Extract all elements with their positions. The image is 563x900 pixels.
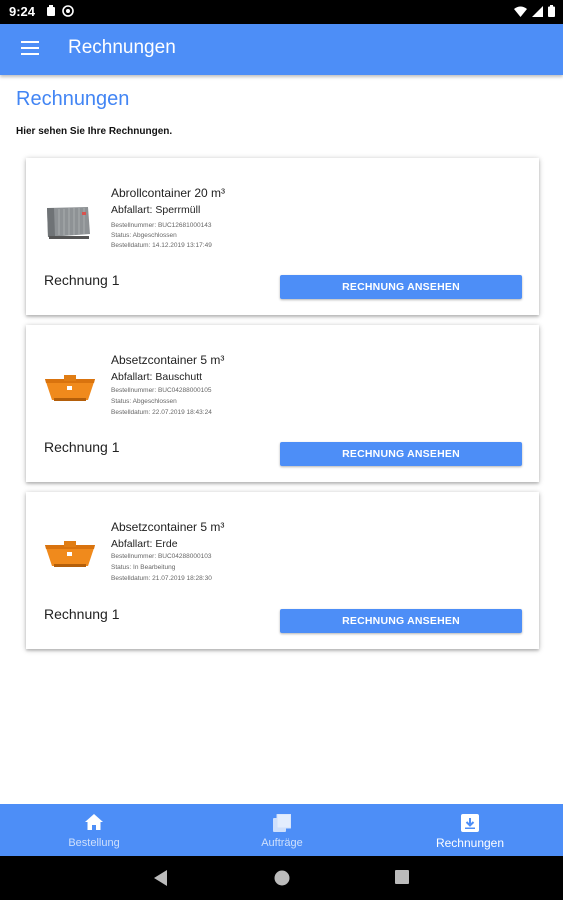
waste-type: Abfallart: Bauschutt <box>111 371 203 383</box>
recents-icon[interactable] <box>395 870 409 884</box>
container-name: Absetzcontainer 5 m³ <box>111 520 225 534</box>
status-bar: 9:24 <box>0 0 563 24</box>
menu-icon[interactable] <box>21 41 39 55</box>
order-status: Status: Abgeschlossen <box>111 398 177 405</box>
invoice-label: Rechnung 1 <box>44 439 120 455</box>
status-time: 9:24 <box>9 4 36 19</box>
system-navigation-bar <box>0 856 563 900</box>
page-subtitle: Hier sehen Sie Ihre Rechnungen. <box>16 126 173 137</box>
order-date: Bestelldatum: 22.07.2019 18:43:24 <box>111 409 212 416</box>
nav-item-rechnungen[interactable]: Rechnungen <box>376 804 563 856</box>
sync-icon <box>62 5 74 17</box>
nav-item-bestellung[interactable]: Bestellung <box>0 804 188 856</box>
invoice-card: Absetzcontainer 5 m³ Abfallart: Erde Bes… <box>26 492 539 649</box>
orders-icon <box>273 814 291 832</box>
order-date: Bestelldatum: 21.07.2019 18:28:30 <box>111 575 212 582</box>
container-name: Abrollcontainer 20 m³ <box>111 186 226 200</box>
battery-icon <box>548 5 555 17</box>
waste-type: Abfallart: Sperrmüll <box>111 204 201 216</box>
waste-type: Abfallart: Erde <box>111 538 178 550</box>
view-invoice-button[interactable]: RECHNUNG ANSEHEN <box>280 442 522 466</box>
signal-icon <box>532 5 543 17</box>
back-icon[interactable] <box>154 870 168 886</box>
home-icon <box>85 814 103 830</box>
order-number: Bestellnummer: BUC04288000103 <box>111 553 212 560</box>
app-bar-title: Rechnungen <box>68 37 176 58</box>
invoice-icon <box>461 814 479 832</box>
home-button-icon[interactable] <box>274 870 290 886</box>
view-invoice-button[interactable]: RECHNUNG ANSEHEN <box>280 275 522 299</box>
order-status: Status: In Bearbeitung <box>111 564 176 571</box>
order-status: Status: Abgeschlossen <box>111 232 177 239</box>
container-name: Absetzcontainer 5 m³ <box>111 353 225 367</box>
order-number: Bestellnummer: BUC12681000143 <box>111 222 212 229</box>
invoice-card: Absetzcontainer 5 m³ Abfallart: Bauschut… <box>26 325 539 482</box>
order-date: Bestelldatum: 14.12.2019 13:17:49 <box>111 242 212 249</box>
app-bar: Rechnungen <box>0 24 563 75</box>
invoice-label: Rechnung 1 <box>44 606 120 622</box>
invoice-card: Abrollcontainer 20 m³ Abfallart: Sperrmü… <box>26 158 539 315</box>
order-number: Bestellnummer: BUC04288000105 <box>111 387 212 394</box>
invoice-label: Rechnung 1 <box>44 272 120 288</box>
nav-label: Bestellung <box>68 837 120 849</box>
page-title: Rechnungen <box>16 88 130 110</box>
nav-label: Rechnungen <box>435 836 505 850</box>
skip-container-image <box>45 541 95 567</box>
nav-item-auftraege[interactable]: Aufträge <box>188 804 376 856</box>
view-invoice-button[interactable]: RECHNUNG ANSEHEN <box>280 609 522 633</box>
roll-off-container-image <box>47 207 90 239</box>
notification-icon <box>47 5 55 16</box>
wifi-icon <box>514 6 527 17</box>
skip-container-image <box>45 375 95 401</box>
nav-label: Aufträge <box>261 837 303 849</box>
bottom-navigation: Bestellung Aufträge Rechnungen <box>0 804 563 856</box>
